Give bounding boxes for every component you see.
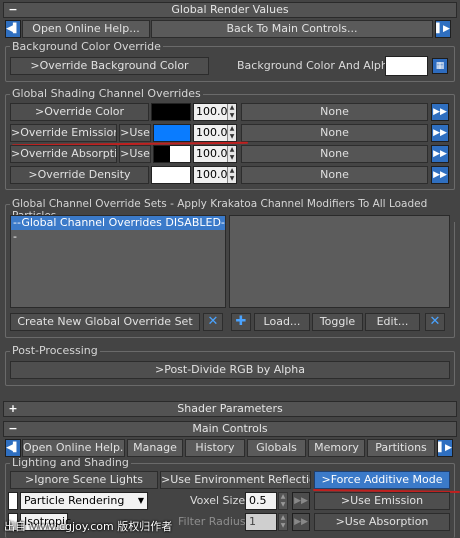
fast-forward-icon[interactable]: ▶▶: [431, 166, 449, 184]
load-button[interactable]: Load...: [254, 313, 310, 331]
render-mode-dropdown[interactable]: Particle Rendering ▼: [20, 492, 148, 510]
background-color-swatch[interactable]: [385, 56, 428, 76]
partitions-button[interactable]: Partitions: [367, 439, 435, 457]
filter-radius-label: Filter Radius:: [178, 515, 250, 528]
group-label: Post-Processing: [10, 344, 100, 357]
override-color-swatch[interactable]: [151, 103, 191, 121]
fast-forward-icon[interactable]: ▶▶: [431, 103, 449, 121]
spinner-arrows-icon[interactable]: ▲ ▼: [278, 492, 288, 510]
group-label: Background Color Override: [10, 40, 163, 53]
fast-forward-icon[interactable]: ▶▶: [292, 492, 310, 510]
next-rollout-arrow-icon[interactable]: ▌▶: [435, 20, 451, 38]
delete-x-icon[interactable]: ✕: [425, 313, 445, 331]
expand-plus-icon: +: [8, 402, 18, 415]
open-online-help-button[interactable]: Open Online Help...: [22, 20, 150, 38]
background-color-label: Background Color And Alpha:: [237, 59, 399, 72]
ignore-scene-lights-button[interactable]: >Ignore Scene Lights: [10, 471, 158, 489]
override-sets-list[interactable]: --Global Channel Overrides DISABLED--: [10, 215, 226, 308]
post-divide-rgb-by-alpha-button[interactable]: >Post-Divide RGB by Alpha: [10, 361, 450, 379]
group-label: Global Shading Channel Overrides: [10, 87, 203, 100]
edit-button[interactable]: Edit...: [365, 313, 420, 331]
manage-button[interactable]: Manage: [127, 439, 183, 457]
rollout-title: Shader Parameters: [177, 402, 283, 415]
override-emission-map-button[interactable]: None: [241, 124, 428, 142]
color-picker-grid-icon[interactable]: ▦: [432, 58, 448, 74]
use-absorption-toggle[interactable]: >Use: [119, 145, 151, 163]
filter-radius-input[interactable]: 1: [245, 513, 277, 531]
shader-parameters-rollout-header[interactable]: + Shader Parameters: [3, 401, 457, 417]
override-set-modifiers-list[interactable]: [229, 215, 450, 308]
add-plus-icon[interactable]: ✚: [231, 313, 251, 331]
list-item[interactable]: --Global Channel Overrides DISABLED--: [11, 216, 225, 243]
voxel-size-label: Voxel Size:: [190, 494, 249, 507]
override-absorption-map-button[interactable]: None: [241, 145, 428, 163]
globals-button[interactable]: Globals: [247, 439, 306, 457]
toggle-button[interactable]: Toggle: [312, 313, 363, 331]
spinner-arrows-icon[interactable]: ▲ ▼: [227, 125, 236, 141]
override-density-swatch[interactable]: [151, 166, 191, 184]
collapse-minus-icon: −: [8, 3, 18, 16]
spinner-arrows-icon[interactable]: ▲ ▼: [227, 104, 236, 120]
spinner-arrows-icon[interactable]: ▲ ▼: [227, 167, 236, 183]
override-emission-swatch[interactable]: [153, 124, 191, 142]
group-label: Lighting and Shading: [10, 456, 131, 469]
main-controls-rollout-header[interactable]: − Main Controls: [3, 421, 457, 437]
override-emission-amount-spinner[interactable]: 100.0 ▲ ▼: [193, 124, 237, 142]
delete-x-icon[interactable]: ✕: [203, 313, 223, 331]
create-new-override-set-button[interactable]: Create New Global Override Set: [10, 313, 200, 331]
spinner-arrows-icon[interactable]: ▲ ▼: [278, 513, 288, 531]
rollout-title: Global Render Values: [171, 3, 289, 16]
back-to-main-controls-button[interactable]: Back To Main Controls...: [151, 20, 433, 38]
next-rollout-arrow-icon[interactable]: ▌▶: [437, 439, 453, 457]
override-density-amount-spinner[interactable]: 100.0 ▲ ▼: [193, 166, 237, 184]
main-open-online-help-button[interactable]: Open Online Help...: [22, 439, 125, 457]
override-absorption-button[interactable]: >Override Absorption: [10, 145, 117, 163]
fast-forward-icon[interactable]: ▶▶: [431, 145, 449, 163]
override-background-color-button[interactable]: >Override Background Color: [10, 57, 209, 75]
fast-forward-icon[interactable]: ▶▶: [292, 513, 310, 531]
dropdown-arrow-icon: ▼: [137, 496, 144, 505]
override-color-amount-spinner[interactable]: 100.0 ▲ ▼: [193, 103, 237, 121]
prev-rollout-arrow-icon[interactable]: ◀▌: [5, 439, 21, 457]
override-density-map-button[interactable]: None: [241, 166, 428, 184]
use-absorption-button[interactable]: >Use Absorption: [314, 513, 450, 531]
override-color-map-button[interactable]: None: [241, 103, 428, 121]
use-emission-toggle[interactable]: >Use: [119, 124, 151, 142]
memory-button[interactable]: Memory: [308, 439, 365, 457]
voxel-size-input[interactable]: 0.5: [245, 492, 277, 510]
watermark-text: 出自 www.cgjoy.com 版权归作者: [4, 520, 173, 533]
force-additive-mode-button[interactable]: >Force Additive Mode: [314, 471, 450, 489]
collapse-minus-icon: −: [8, 422, 18, 435]
rollout-title: Main Controls: [192, 422, 268, 435]
use-environment-reflections-button[interactable]: >Use Environment Reflections: [160, 471, 311, 489]
override-density-button[interactable]: >Override Density: [10, 166, 149, 184]
history-button[interactable]: History: [185, 439, 245, 457]
override-absorption-amount-spinner[interactable]: 100.0 ▲ ▼: [193, 145, 237, 163]
prev-rollout-arrow-icon[interactable]: ◀▌: [5, 20, 21, 38]
global-render-values-rollout-header[interactable]: − Global Render Values: [3, 2, 457, 18]
override-absorption-swatch[interactable]: [153, 145, 191, 163]
color-swatch[interactable]: [8, 492, 18, 510]
spinner-arrows-icon[interactable]: ▲ ▼: [227, 146, 236, 162]
use-emission-button[interactable]: >Use Emission: [314, 492, 450, 510]
override-color-button[interactable]: >Override Color: [10, 103, 149, 121]
override-emission-button[interactable]: >Override Emission: [10, 124, 117, 142]
fast-forward-icon[interactable]: ▶▶: [431, 124, 449, 142]
